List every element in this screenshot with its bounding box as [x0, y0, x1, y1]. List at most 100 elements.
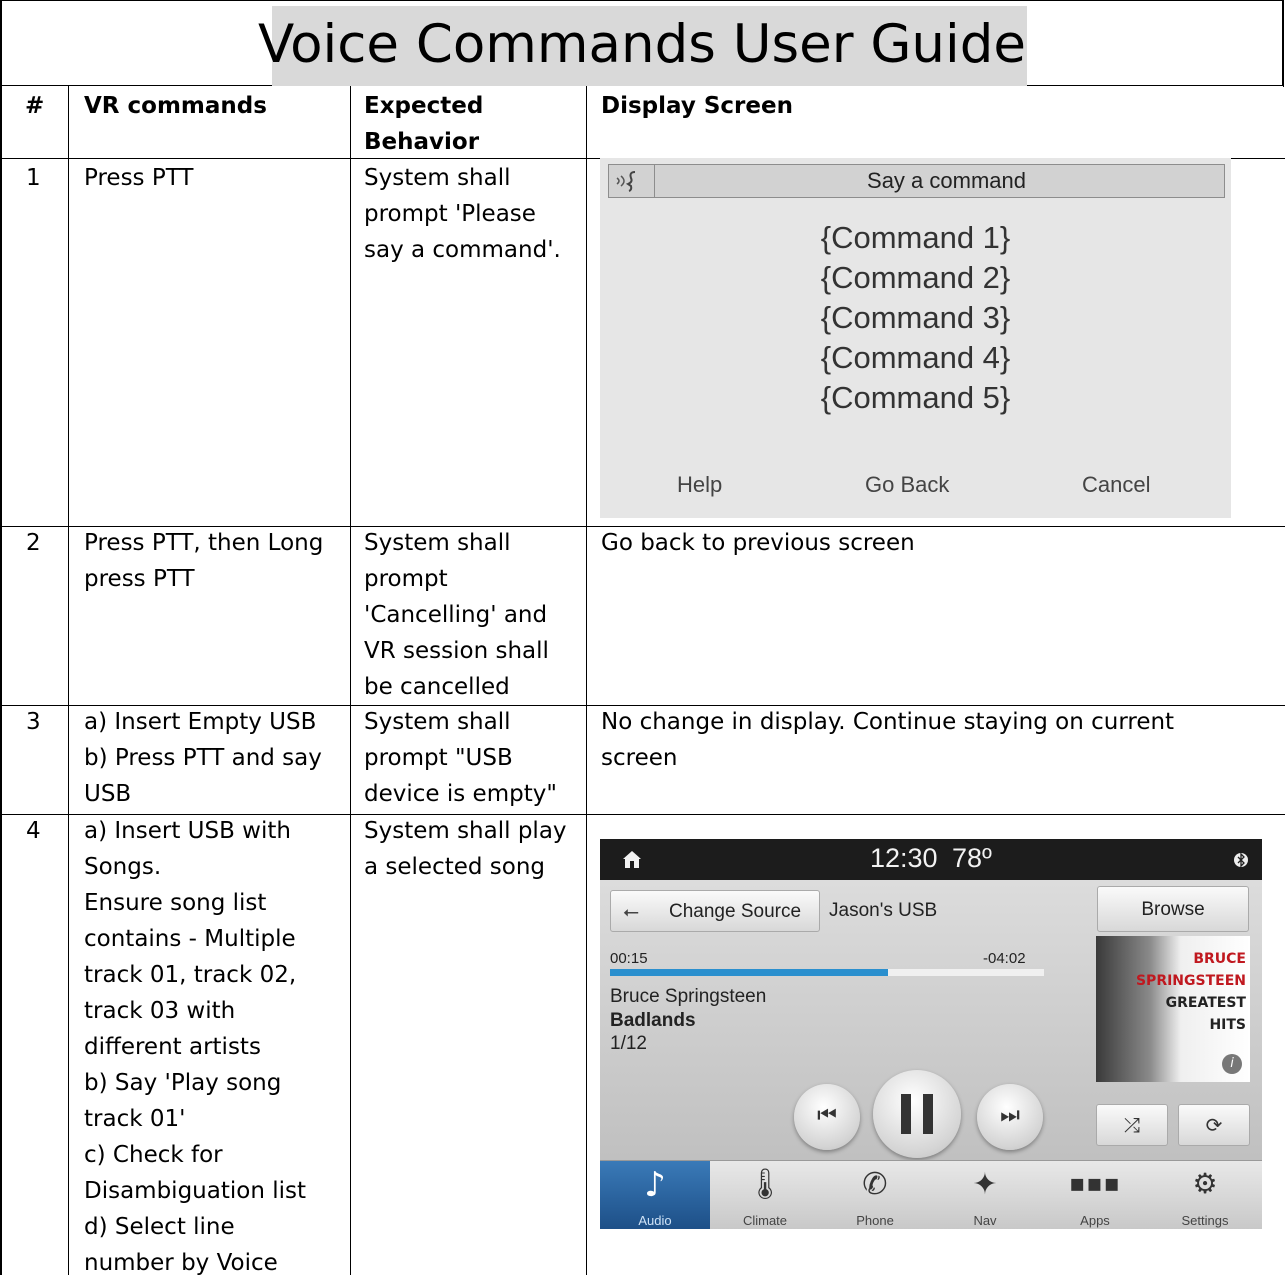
- nav-phone-label: Phone: [856, 1213, 894, 1228]
- nav-nav[interactable]: ✦ Nav: [930, 1161, 1040, 1229]
- nav-phone[interactable]: ✆ Phone: [820, 1161, 930, 1229]
- gear-icon: ⚙: [1192, 1167, 1218, 1200]
- command-item-1[interactable]: {Command 1}: [600, 218, 1231, 258]
- nav-apps-label: Apps: [1080, 1213, 1110, 1228]
- nav-audio-label: Audio: [638, 1213, 672, 1228]
- row3-display-line2: screen: [601, 745, 678, 771]
- row4-vr-line2: Songs.: [84, 854, 162, 880]
- row4-vr-line11: Disambiguation list: [84, 1178, 306, 1204]
- title-row: Voice Commands User Guide: [0, 0, 1283, 86]
- row4-vr-line8: b) Say 'Play song: [84, 1070, 282, 1096]
- nav-apps[interactable]: ▪▪▪ Apps: [1040, 1161, 1150, 1229]
- help-button[interactable]: Help: [677, 468, 722, 502]
- header-display-screen: Display Screen: [601, 93, 793, 119]
- row2-expected-line3: 'Cancelling' and: [364, 602, 548, 628]
- pause-icon-bar: [923, 1094, 933, 1134]
- repeat-icon: ⟳: [1205, 1113, 1223, 1137]
- row1-expected-line3: say a command'.: [364, 237, 561, 263]
- row3-expected-line2: prompt "USB: [364, 745, 513, 771]
- usb-icon: ⭠: [623, 899, 639, 923]
- row4-vr-line5: track 01, track 02,: [84, 962, 297, 988]
- shuffle-icon: ⤮: [1124, 1113, 1140, 1137]
- audio-player-screen: 12:30 78º ⭠ Change Source Jason's USB Br…: [600, 839, 1262, 1229]
- nav-settings[interactable]: ⚙ Settings: [1150, 1161, 1260, 1229]
- bottom-nav: ♪ Audio 🌡 Climate ✆ Phone ✦ Nav ▪▪▪ Apps…: [600, 1160, 1262, 1229]
- progress-fill: [610, 969, 888, 976]
- row4-vr-line13: number by Voice: [84, 1250, 278, 1276]
- command-item-4[interactable]: {Command 4}: [600, 338, 1231, 378]
- status-bar: 12:30 78º: [600, 839, 1262, 880]
- go-back-button[interactable]: Go Back: [865, 468, 949, 502]
- album-line-2: SPRINGSTEEN: [1135, 973, 1246, 989]
- row4-vr-line4: contains - Multiple: [84, 926, 296, 952]
- previous-icon: ⏮: [817, 1103, 837, 1128]
- command-item-3[interactable]: {Command 3}: [600, 298, 1231, 338]
- nav-climate-label: Climate: [742, 1213, 788, 1228]
- row4-vr-line10: c) Check for: [84, 1142, 223, 1168]
- row3-vr-line1: a) Insert Empty USB: [84, 709, 317, 735]
- nav-climate[interactable]: 🌡 Climate: [710, 1161, 820, 1229]
- album-art: BRUCE SPRINGSTEEN GREATEST HITS i: [1096, 936, 1250, 1082]
- table-border-left: [0, 0, 2, 1275]
- artist-name: Bruce Springsteen: [610, 986, 767, 1007]
- row1-num: 1: [26, 165, 41, 191]
- info-icon[interactable]: i: [1222, 1054, 1242, 1074]
- track-title: Badlands: [610, 1010, 696, 1031]
- clock: 12:30: [870, 843, 938, 873]
- row4-vr-line3: Ensure song list: [84, 890, 267, 916]
- command-item-5[interactable]: {Command 5}: [600, 378, 1231, 418]
- compass-icon: ✦: [972, 1167, 998, 1202]
- player-main: ⭠ Change Source Jason's USB Browse 00:15…: [600, 880, 1262, 1160]
- nav-audio[interactable]: ♪ Audio: [600, 1161, 710, 1229]
- row4-num: 4: [26, 818, 41, 844]
- header-vr-commands: VR commands: [84, 93, 267, 119]
- browse-button[interactable]: Browse: [1097, 886, 1249, 932]
- row2-expected-line1: System shall: [364, 530, 511, 556]
- pause-icon: [901, 1094, 911, 1134]
- col-divider-2: [350, 86, 351, 1275]
- next-track-button[interactable]: ⏭: [977, 1084, 1043, 1150]
- row4-vr-line7: different artists: [84, 1034, 261, 1060]
- row4-vr-line12: d) Select line: [84, 1214, 235, 1240]
- nav-nav-label: Nav: [973, 1213, 997, 1228]
- browse-label: Browse: [1141, 899, 1205, 920]
- row2-vr-line1: Press PTT, then Long: [84, 530, 324, 556]
- row3-expected-line1: System shall: [364, 709, 511, 735]
- phone-icon: ✆: [862, 1167, 888, 1202]
- change-source-label: Change Source: [669, 901, 802, 922]
- nav-settings-label: Settings: [1181, 1213, 1229, 1228]
- track-count: 1/12: [610, 1033, 647, 1054]
- header-expected-behavior: Expected Behavior: [364, 93, 484, 155]
- row3-num: 3: [26, 709, 41, 735]
- cancel-button[interactable]: Cancel: [1082, 468, 1150, 502]
- row3-vr-line2: b) Press PTT and say: [84, 745, 322, 771]
- guide-table: Voice Commands User Guide # VR commands …: [0, 0, 1285, 1276]
- shuffle-button[interactable]: ⤮: [1096, 1104, 1168, 1146]
- elapsed-time: 00:15: [610, 950, 648, 967]
- album-line-1: BRUCE: [1193, 951, 1246, 967]
- change-source-button[interactable]: ⭠ Change Source: [610, 890, 820, 932]
- home-icon[interactable]: [622, 849, 642, 869]
- say-command-header: Say a command: [608, 164, 1225, 198]
- outside-temperature: 78º: [952, 843, 992, 873]
- command-item-2[interactable]: {Command 2}: [600, 258, 1231, 298]
- album-art-text: BRUCE SPRINGSTEEN GREATEST HITS: [1136, 948, 1246, 1036]
- repeat-button[interactable]: ⟳: [1178, 1104, 1250, 1146]
- row2-expected-line4: VR session shall: [364, 638, 549, 664]
- col-divider-3: [586, 86, 587, 1275]
- page-title: Voice Commands User Guide: [257, 14, 1027, 75]
- header-num: #: [25, 93, 45, 119]
- row4-vr-line1: a) Insert USB with: [84, 818, 291, 844]
- row2-num: 2: [26, 530, 41, 556]
- pause-button[interactable]: [873, 1070, 961, 1158]
- row4-expected-line2: a selected song: [364, 854, 546, 880]
- thermometer-icon: 🌡: [745, 1167, 785, 1202]
- album-line-3: GREATEST: [1165, 995, 1246, 1011]
- previous-track-button[interactable]: ⏮: [794, 1084, 860, 1150]
- row1-vr: Press PTT: [84, 165, 194, 191]
- bluetooth-icon: [1234, 852, 1248, 868]
- progress-track[interactable]: [610, 969, 1044, 976]
- remaining-time: -04:02: [983, 950, 1026, 967]
- audio-icon: ♪: [644, 1165, 666, 1205]
- next-icon: ⏭: [1000, 1103, 1020, 1128]
